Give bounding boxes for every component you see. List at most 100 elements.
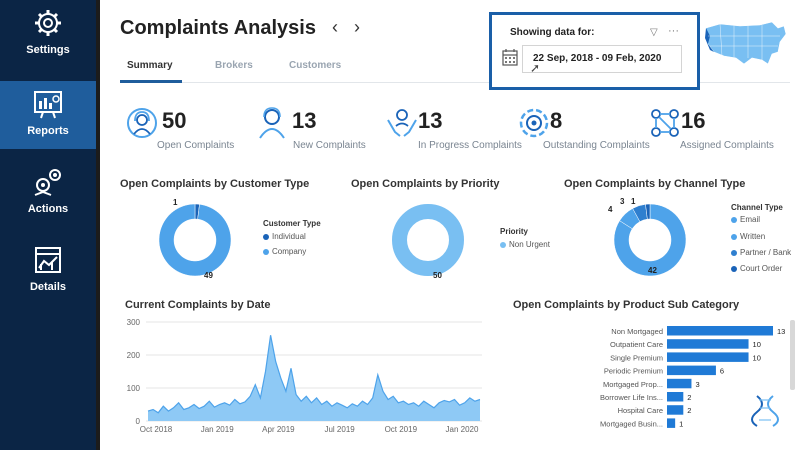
date-filter-card: Showing data for: ▽ ··· 22 Sep, 2018 - 0… — [489, 12, 700, 90]
assigned-complaints-label: Assigned Complaints — [680, 140, 774, 151]
tab-brokers[interactable]: Brokers — [215, 60, 253, 71]
bar[interactable] — [667, 392, 684, 402]
actions-icon — [34, 169, 61, 196]
tab-summary[interactable]: Summary — [127, 60, 173, 71]
donut-label-partner-bank: 3 — [620, 197, 625, 206]
cycle-icon — [519, 108, 549, 138]
open-complaints-label: Open Complaints — [157, 140, 235, 151]
page-title: Complaints Analysis — [120, 17, 316, 39]
bar-category-label: Mortgaged Busin... — [600, 419, 663, 428]
bar-category-label: Periodic Premium — [604, 367, 663, 376]
legend-item-individual[interactable]: Individual — [263, 232, 306, 241]
new-complaints-value: 13 — [292, 108, 317, 133]
agent-icon — [259, 107, 285, 139]
donut-label-court-order: 1 — [631, 197, 636, 206]
nav-settings[interactable]: Settings — [0, 0, 96, 68]
x-tick-label: Oct 2019 — [385, 425, 418, 434]
open-complaints-value: 50 — [162, 108, 187, 133]
bar[interactable] — [667, 418, 676, 428]
prev-page-button[interactable]: ‹ — [332, 17, 338, 38]
channel-type-legend-title: Channel Type — [731, 203, 783, 212]
legend-item-partner-bank[interactable]: Partner / Bank — [731, 248, 791, 257]
y-tick-label: 100 — [127, 384, 141, 393]
bar-category-label: Non Mortgaged — [611, 327, 663, 336]
scrollbar[interactable] — [790, 320, 795, 390]
assigned-complaints-value: 16 — [681, 108, 706, 133]
headset-icon — [127, 108, 157, 138]
donut-slice-non-urgent[interactable] — [392, 204, 464, 276]
bar-category-label: Borrower Life Ins... — [600, 393, 663, 402]
y-tick-label: 200 — [127, 351, 141, 360]
nav-reports[interactable]: Reports — [0, 81, 96, 149]
bar[interactable] — [667, 405, 684, 415]
bar-category-label: Mortgaged Prop... — [603, 380, 663, 389]
report-icon — [34, 91, 62, 119]
nav-actions[interactable]: Actions — [0, 159, 96, 227]
nav-settings-label: Settings — [26, 44, 70, 56]
date-range-input[interactable]: 22 Sep, 2018 - 09 Feb, 2020 — [522, 45, 682, 73]
main-content: Complaints Analysis ‹ › Summary Brokers … — [100, 0, 800, 450]
bar-category-label: Outpatient Care — [610, 340, 663, 349]
calendar-icon[interactable] — [502, 48, 518, 66]
bar[interactable] — [667, 365, 716, 376]
date-range-value: 22 Sep, 2018 - 09 Feb, 2020 — [533, 53, 662, 64]
tab-customers[interactable]: Customers — [289, 60, 341, 71]
legend-label: Individual — [272, 232, 306, 241]
bar[interactable] — [667, 352, 749, 362]
y-tick-label: 300 — [127, 318, 141, 327]
network-icon — [651, 109, 679, 137]
legend-item-written[interactable]: Written — [731, 232, 765, 241]
donut-label-non-urgent: 50 — [433, 271, 442, 280]
hands-icon — [387, 109, 417, 137]
customer-type-legend-title: Customer Type — [263, 219, 321, 228]
nav-details-label: Details — [29, 281, 67, 293]
product-chart-title: Open Complaints by Product Sub Category — [513, 299, 740, 311]
bar[interactable] — [667, 378, 692, 389]
legend-item-non-urgent[interactable]: Non Urgent — [500, 240, 550, 249]
details-icon — [35, 247, 61, 273]
next-page-button[interactable]: › — [354, 17, 360, 38]
bar-value-label: 13 — [777, 327, 785, 336]
x-tick-label: Jan 2019 — [201, 425, 234, 434]
donut-label-company: 49 — [204, 271, 213, 280]
donut-label-individual: 1 — [173, 198, 178, 207]
legend-label: Company — [272, 247, 307, 256]
donut-slice-company[interactable] — [158, 203, 232, 277]
priority-legend-title: Priority — [500, 227, 529, 236]
usa-map-icon[interactable] — [700, 14, 790, 74]
new-complaints-label: New Complaints — [293, 140, 366, 151]
legend-label: Email — [740, 215, 761, 224]
filter-title: Showing data for: — [510, 27, 595, 38]
bar-value-label: 2 — [687, 406, 691, 415]
bar-value-label: 10 — [753, 353, 761, 362]
in-progress-complaints-value: 13 — [418, 108, 443, 133]
nav-actions-label: Actions — [27, 203, 69, 215]
bar[interactable] — [667, 326, 773, 336]
x-tick-label: Oct 2018 — [140, 425, 173, 434]
subscribe-badge[interactable] — [745, 392, 785, 428]
bar-category-label: Hospital Care — [618, 406, 663, 415]
bar[interactable] — [667, 339, 749, 349]
legend-item-company[interactable]: Company — [263, 247, 306, 256]
legend-label: Court Order — [740, 264, 783, 273]
bar-value-label: 3 — [695, 380, 699, 389]
legend-label: Non Urgent — [509, 240, 550, 249]
legend-item-email[interactable]: Email — [731, 215, 760, 224]
donut-label-email: 42 — [648, 266, 657, 275]
x-tick-label: Jan 2020 — [446, 425, 479, 434]
bar-value-label: 6 — [720, 367, 724, 376]
customer-type-donut — [158, 203, 232, 277]
bar-value-label: 10 — [753, 340, 761, 349]
more-options-icon[interactable]: ··· — [668, 25, 679, 37]
in-progress-complaints-label: In Progress Complaints — [418, 140, 522, 151]
legend-label: Written — [740, 232, 766, 241]
gear-icon — [35, 10, 61, 36]
x-tick-label: Apr 2019 — [262, 425, 295, 434]
bar-value-label: 2 — [687, 393, 691, 402]
legend-item-court-order[interactable]: Court Order — [731, 264, 782, 273]
outstanding-complaints-value: 8 — [550, 108, 563, 133]
area-series-line[interactable] — [147, 335, 481, 414]
nav-details[interactable]: Details — [0, 237, 96, 305]
priority-donut — [392, 204, 464, 276]
filter-icon[interactable]: ▽ — [650, 27, 658, 38]
